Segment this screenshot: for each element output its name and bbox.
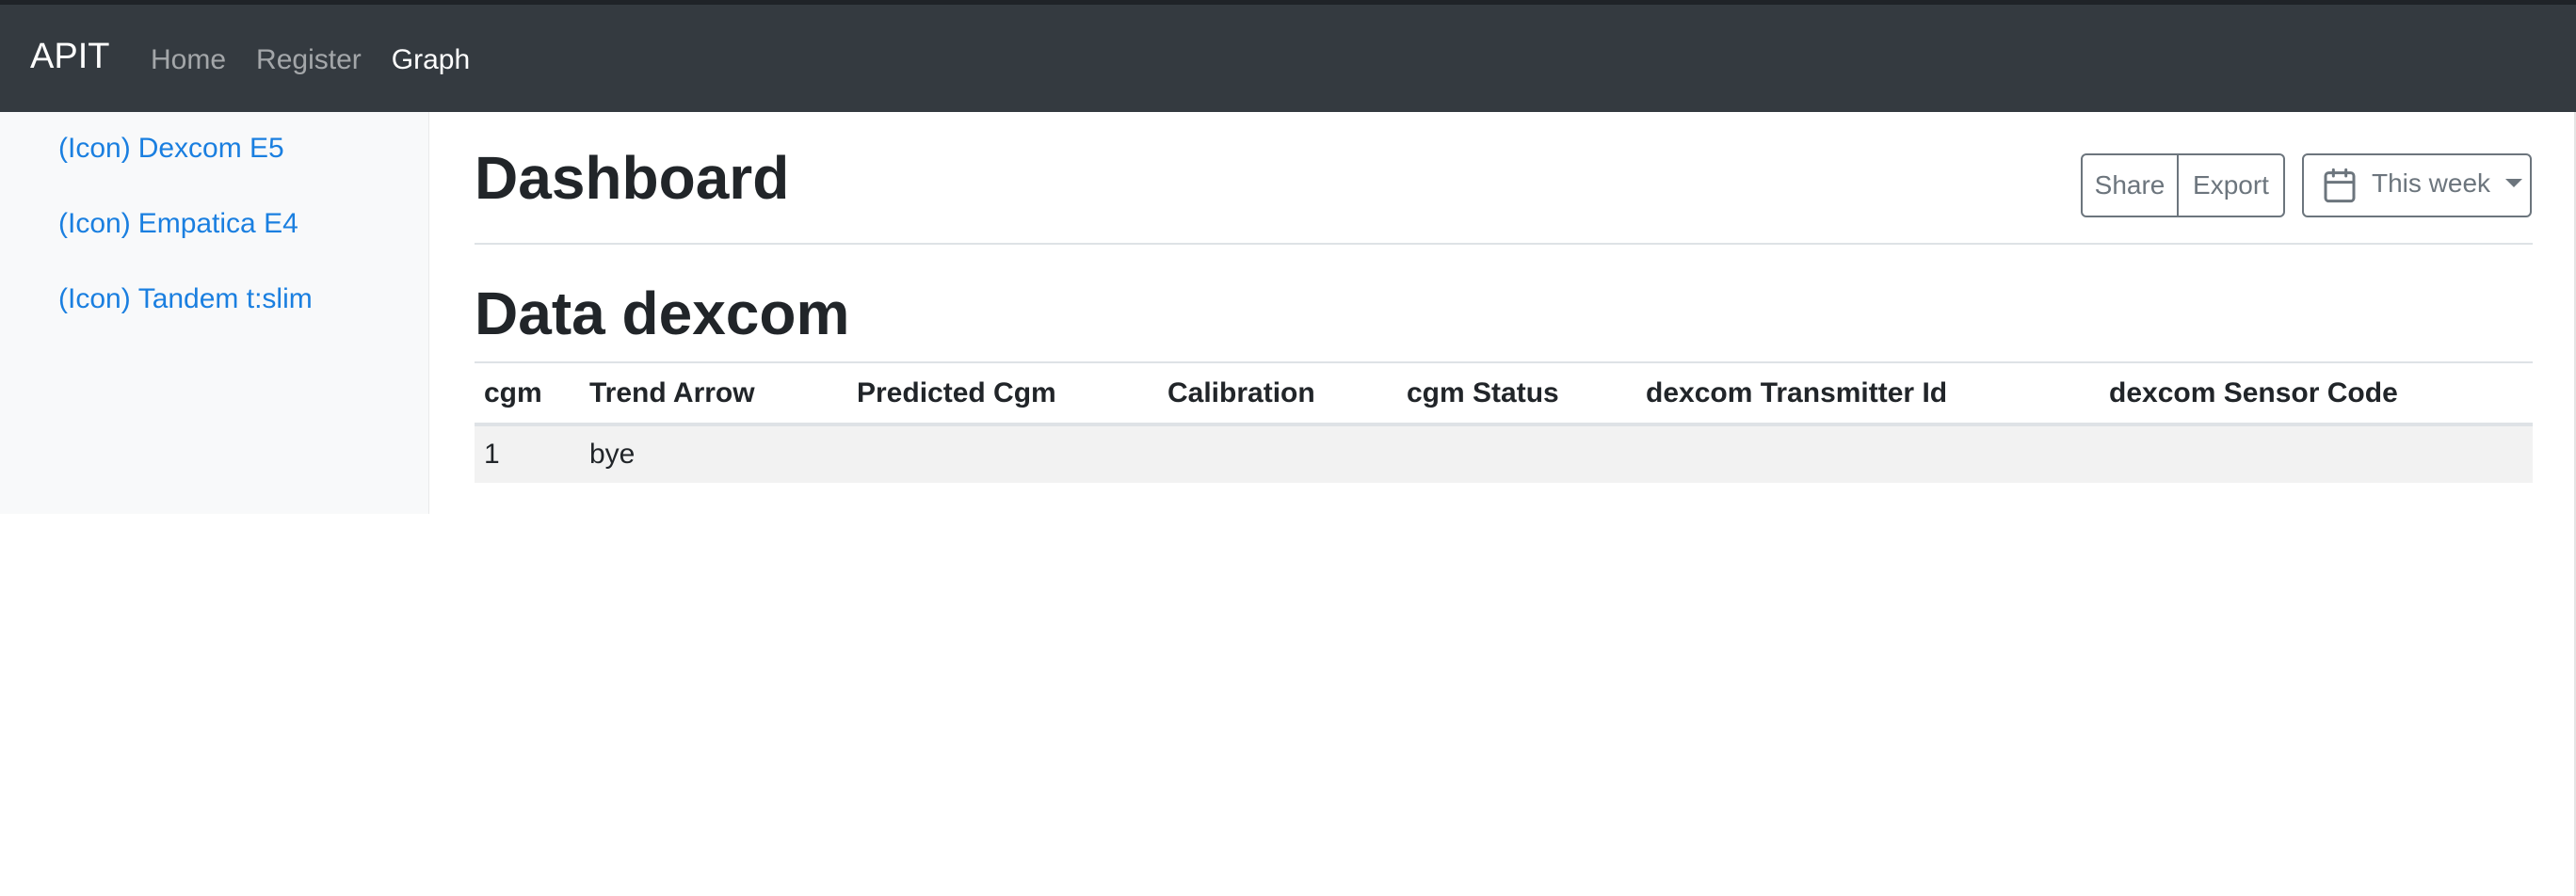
- sidebar-item-dexcom-e5[interactable]: (Icon) Dexcom E5: [58, 133, 284, 165]
- device-icon-placeholder: (Icon): [58, 133, 131, 164]
- nav-link-home[interactable]: Home: [151, 46, 226, 74]
- sidebar-item-label: Empatica E4: [137, 208, 298, 239]
- top-navbar: APIT Home Register Graph: [0, 5, 2576, 112]
- column-header-predicted-cgm: Predicted Cgm: [847, 361, 1158, 426]
- device-icon-placeholder: (Icon): [58, 283, 131, 314]
- table-cell-cgm-status: [1397, 424, 1636, 483]
- table-cell-calibration: [1158, 424, 1397, 483]
- sidebar-item-empatica-e4[interactable]: (Icon) Empatica E4: [58, 208, 298, 240]
- device-icon-placeholder: (Icon): [58, 208, 131, 239]
- column-header-dexcom-sensor-code: dexcom Sensor Code: [2100, 361, 2533, 426]
- nav-links: Home Register Graph: [151, 46, 470, 74]
- column-header-calibration: Calibration: [1158, 361, 1397, 426]
- section-title: Data dexcom: [475, 280, 850, 347]
- date-range-label: This week: [2372, 168, 2491, 198]
- export-button[interactable]: Export: [2179, 153, 2285, 217]
- nav-link-register[interactable]: Register: [256, 46, 362, 74]
- header-divider: [475, 243, 2533, 245]
- share-button[interactable]: Share: [2081, 153, 2179, 217]
- page-title: Dashboard: [475, 144, 790, 212]
- date-range-dropdown[interactable]: This week: [2302, 153, 2532, 217]
- table-cell-cgm: 1: [475, 424, 580, 483]
- chevron-down-icon: [2505, 178, 2523, 187]
- sidebar-item-tandem-tslim[interactable]: (Icon) Tandem t:slim: [58, 283, 313, 315]
- table-cell-sensor-code: [2100, 424, 2533, 483]
- table-cell-transmitter-id: [1636, 424, 2100, 483]
- column-header-cgm-status: cgm Status: [1397, 361, 1636, 426]
- table-cell-predicted-cgm: [847, 424, 1158, 483]
- sidebar-item-label: Tandem t:slim: [137, 283, 313, 314]
- table-row: 1 bye: [475, 424, 2533, 483]
- brand-link[interactable]: APIT: [30, 39, 109, 74]
- column-header-trend-arrow: Trend Arrow: [580, 361, 847, 426]
- toolbar-button-group: Share Export: [2081, 153, 2285, 217]
- sidebar-item-label: Dexcom E5: [137, 133, 284, 164]
- calendar-icon: [2324, 168, 2356, 203]
- column-header-dexcom-transmitter-id: dexcom Transmitter Id: [1636, 361, 2100, 426]
- data-table: cgm Trend Arrow Predicted Cgm Calibratio…: [475, 361, 2533, 483]
- table-cell-trend-arrow: bye: [580, 424, 847, 483]
- column-header-cgm: cgm: [475, 361, 580, 426]
- table-header-row: cgm Trend Arrow Predicted Cgm Calibratio…: [475, 361, 2533, 426]
- nav-link-graph[interactable]: Graph: [392, 46, 470, 74]
- sidebar: (Icon) Dexcom E5 (Icon) Empatica E4 (Icon)…: [0, 112, 429, 514]
